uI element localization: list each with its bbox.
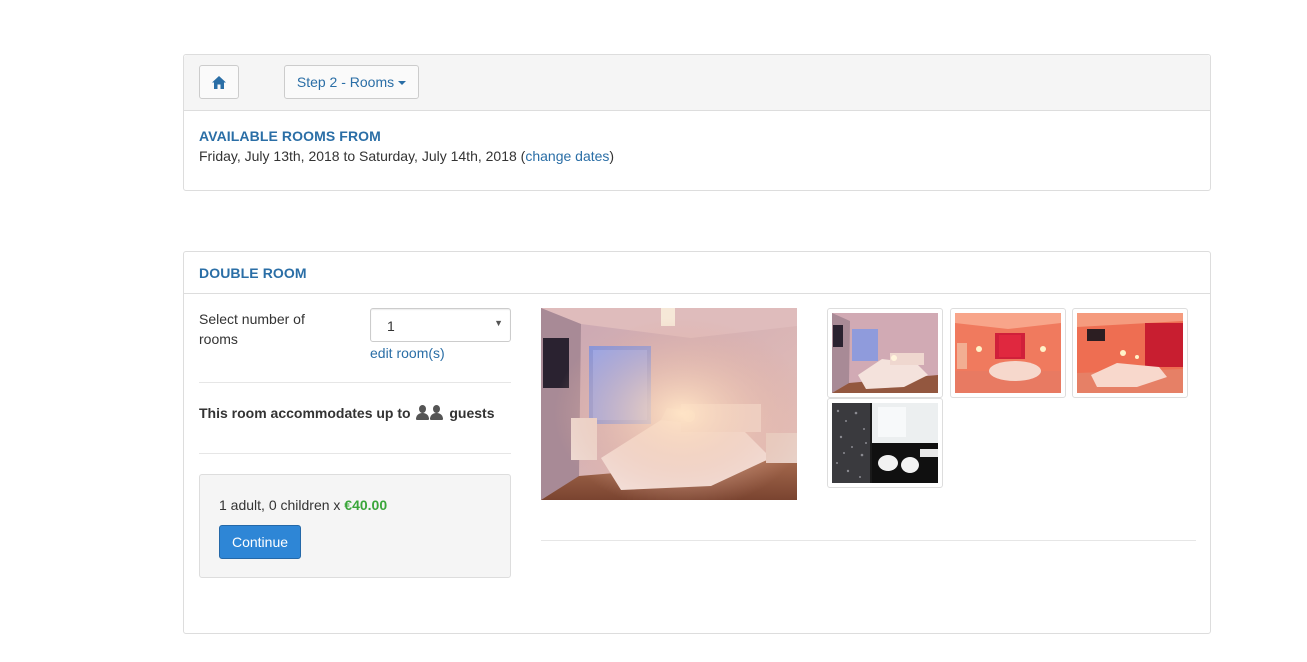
booking-steps-panel: Step 2 - Rooms AVAILABLE ROOMS FROM Frid…	[183, 54, 1211, 191]
room-thumbnail-image	[832, 403, 938, 483]
divider	[199, 453, 511, 454]
person-icon	[416, 405, 430, 420]
person-icon	[430, 405, 444, 420]
occupancy-text: 1 adult, 0 children x	[219, 497, 341, 513]
step-label: Step 2 - Rooms	[296, 74, 395, 90]
step-dropdown-button[interactable]: Step 2 - Rooms	[284, 65, 419, 99]
room-thumbnail[interactable]	[1072, 308, 1188, 398]
room-thumbnail[interactable]	[827, 398, 943, 488]
change-dates-link[interactable]: change dates	[525, 148, 609, 164]
room-panel: DOUBLE ROOM Select number of rooms 1 ▼ e…	[183, 251, 1211, 634]
price-box: 1 adult, 0 children x €40.00 Continue	[199, 474, 511, 578]
price-amount: €40.00	[344, 497, 388, 513]
close-paren: )	[609, 148, 615, 164]
room-count-value: 1	[387, 318, 395, 334]
room-title: DOUBLE ROOM	[199, 265, 307, 281]
price-line: 1 adult, 0 children x €40.00	[219, 497, 387, 513]
panel-header: Step 2 - Rooms	[184, 55, 1210, 111]
select-rooms-label: Select number of rooms	[199, 311, 305, 347]
accommodates-text: This room accommodates up to guests	[199, 405, 495, 421]
room-panel-header: DOUBLE ROOM	[184, 252, 1210, 294]
caret-down-icon	[398, 81, 407, 85]
accommodates-prefix: This room accommodates up to	[199, 405, 411, 421]
room-count-select[interactable]: 1 ▼	[370, 308, 511, 342]
home-button[interactable]	[199, 65, 239, 99]
room-main-photo[interactable]	[541, 308, 797, 500]
availability-title: AVAILABLE ROOMS FROM	[199, 128, 381, 144]
edit-rooms-link[interactable]: edit room(s)	[370, 345, 445, 361]
continue-button[interactable]: Continue	[219, 525, 301, 559]
room-thumbnail-image	[832, 313, 938, 393]
room-thumbnail[interactable]	[950, 308, 1066, 398]
divider	[199, 382, 511, 383]
guest-icons	[416, 405, 444, 420]
dropdown-arrow-icon: ▼	[494, 318, 503, 328]
room-thumbnail[interactable]	[827, 308, 943, 398]
home-icon	[212, 75, 226, 89]
divider	[541, 540, 1196, 541]
date-range-text: Friday, July 13th, 2018 to Saturday, Jul…	[199, 148, 526, 164]
room-thumbnail-image	[1077, 313, 1183, 393]
availability-dates: Friday, July 13th, 2018 to Saturday, Jul…	[199, 148, 614, 164]
room-thumbnail-image	[955, 313, 1061, 393]
accommodates-suffix: guests	[449, 405, 495, 421]
